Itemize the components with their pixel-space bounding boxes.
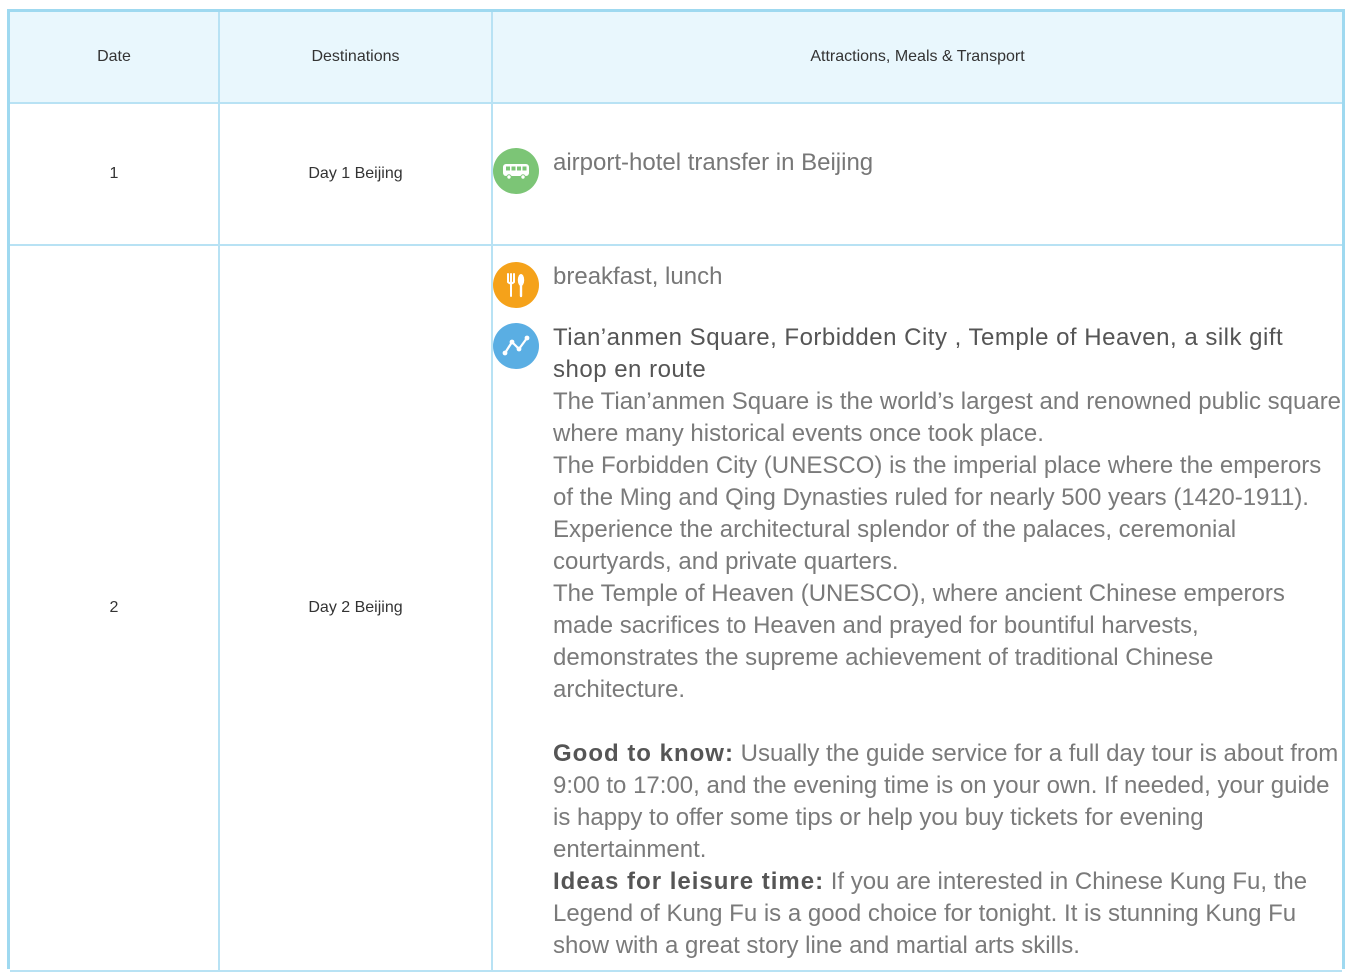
leisure-ideas: Ideas for leisure time: If you are inter… (553, 866, 1342, 962)
day-destination: Day 1 Beijing (218, 102, 493, 246)
attraction-item: Tian’anmen Square, Forbidden City , Temp… (493, 322, 1342, 962)
attraction-paragraph: The Temple of Heaven (UNESCO), where anc… (553, 580, 1285, 703)
transfer-text: airport-hotel transfer in Beijing (553, 148, 874, 176)
route-icon (493, 323, 539, 369)
attraction-title: Tian’anmen Square, Forbidden City , Temp… (553, 324, 1284, 383)
attraction-paragraph: The Forbidden City (UNESCO) is the imper… (553, 452, 1322, 575)
meal-text: breakfast, lunch (553, 263, 723, 290)
header-destinations: Destinations (218, 12, 493, 104)
table-row: 1 Day 1 Beijing airport-hotel transfer i… (10, 102, 1342, 246)
meal-icon (493, 262, 539, 308)
day-destination: Day 2 Beijing (218, 244, 493, 972)
leisure-label: Ideas for leisure time: (553, 868, 825, 895)
day-number: 2 (10, 244, 220, 972)
itinerary-table: Date Destinations Attractions, Meals & T… (10, 12, 1342, 972)
good-to-know: Good to know: Usually the guide service … (553, 738, 1342, 866)
bus-icon (493, 147, 539, 194)
transfer-item: airport-hotel transfer in Beijing (493, 147, 1342, 194)
day-details: breakfast, lunch Tian’anmen Square, Forb… (491, 244, 1342, 972)
meal-item: breakfast, lunch (493, 261, 1342, 308)
attraction-paragraph: The Tian’anmen Square is the world’s lar… (553, 388, 1342, 447)
itinerary-frame: Date Destinations Attractions, Meals & T… (7, 9, 1345, 972)
table-row: 2 Day 2 Beijing breakfast, lunch Tian’an… (10, 244, 1342, 972)
day-details: airport-hotel transfer in Beijing (491, 102, 1342, 246)
good-to-know-label: Good to know: (553, 740, 734, 767)
day-number: 1 (10, 102, 220, 246)
header-row: Date Destinations Attractions, Meals & T… (10, 12, 1342, 104)
attraction-body: Tian’anmen Square, Forbidden City , Temp… (553, 322, 1342, 962)
header-date: Date (10, 12, 220, 104)
header-details: Attractions, Meals & Transport (491, 12, 1342, 104)
